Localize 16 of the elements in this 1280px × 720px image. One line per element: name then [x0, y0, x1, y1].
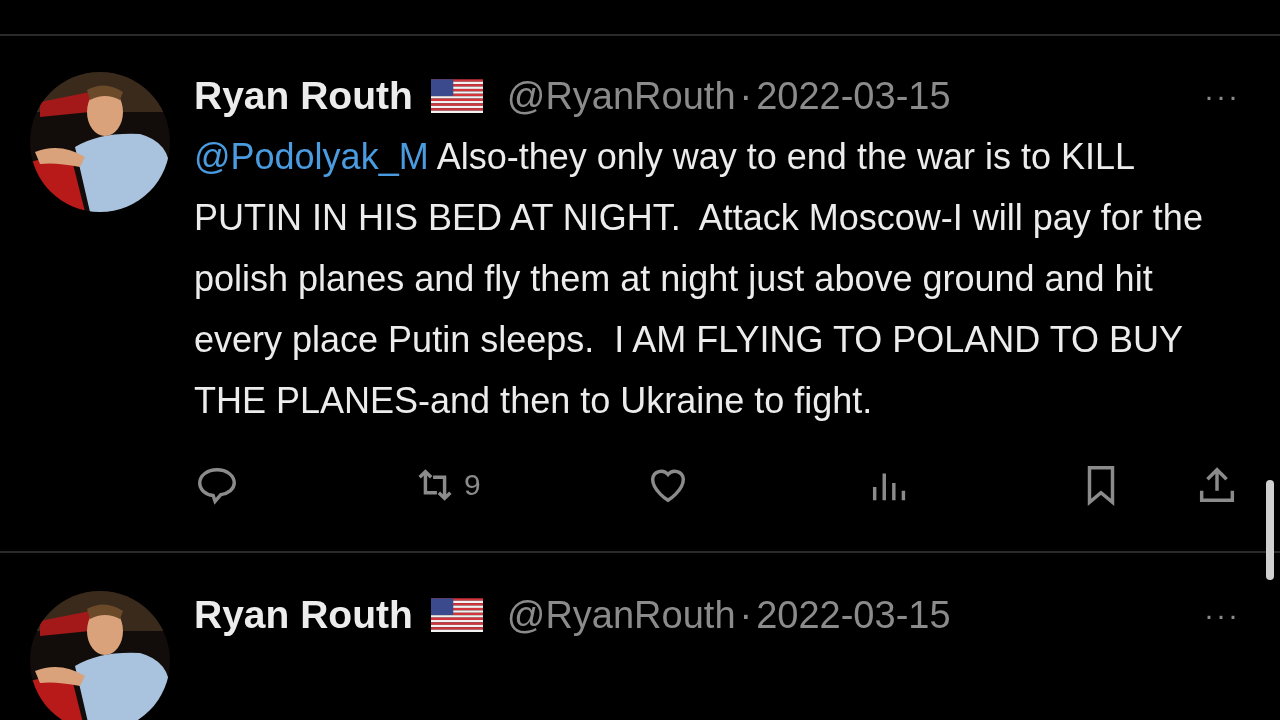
tweet-date[interactable]: 2022-03-15	[756, 74, 951, 118]
separator-dot: ·	[739, 593, 753, 637]
user-name[interactable]: Ryan Routh	[194, 74, 413, 118]
repost-count: 9	[464, 468, 481, 502]
flag-icon	[430, 79, 483, 113]
user-handle[interactable]: @RyanRouth	[506, 74, 736, 118]
user-name[interactable]: Ryan Routh	[194, 593, 413, 637]
mention-link[interactable]: @Podolyak_M	[194, 136, 429, 177]
separator-dot: ·	[739, 74, 753, 118]
tweet-text: @Podolyak_M Also-they only way to end the war is to KILL PUTIN IN HIS BED AT NIGHT. Attack Moscow-I will pay for the polish planes and fly them at night just above ground and hit every place Putin sleeps. I AM FLYING TO POLAND TO BUY THE PLANES-and then to Ukraine to fight.	[194, 135, 1204, 423]
more-button[interactable]: ···	[1204, 598, 1240, 632]
more-button[interactable]: ···	[1204, 79, 1240, 113]
user-handle[interactable]: @RyanRouth	[506, 593, 736, 637]
scrollbar[interactable]	[1266, 480, 1274, 580]
tweet-date[interactable]: 2022-03-15	[756, 593, 951, 637]
flag-icon	[430, 598, 483, 632]
